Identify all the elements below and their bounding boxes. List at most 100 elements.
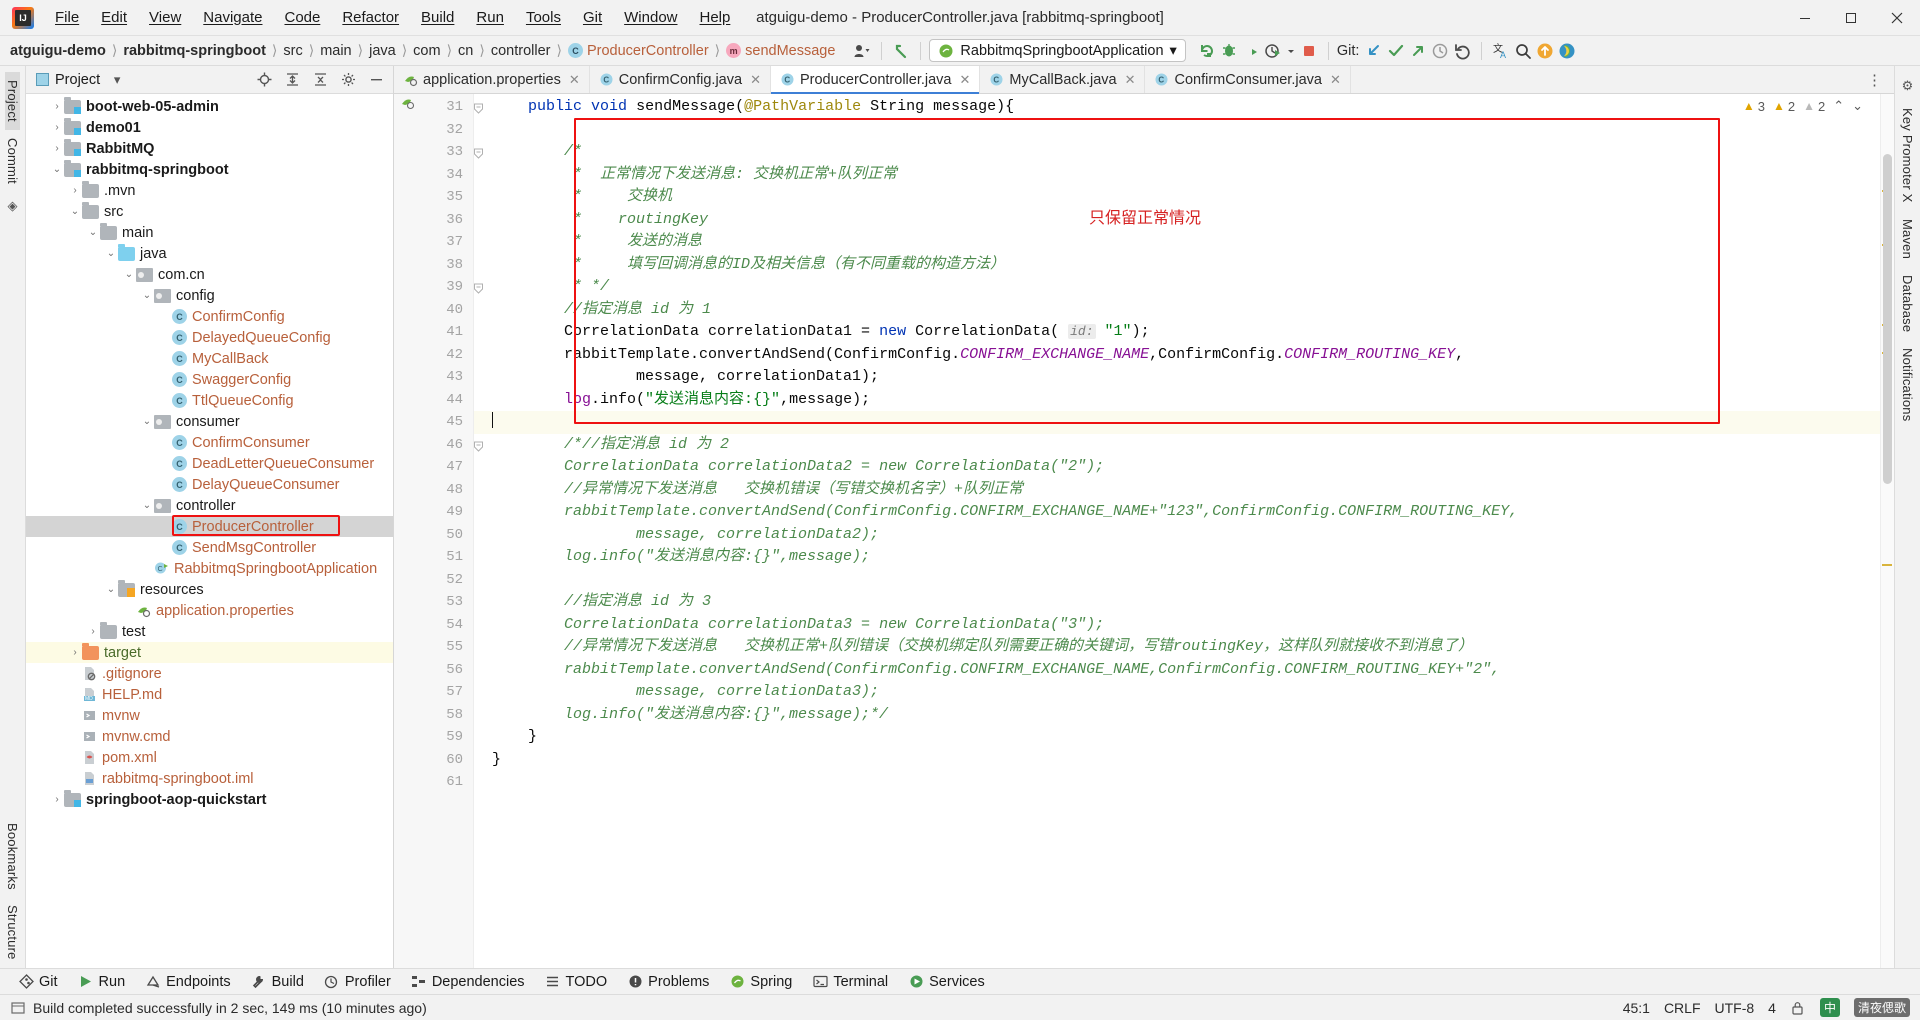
gutter-line-number[interactable]: 36 xyxy=(394,209,473,232)
sidebar-item-project[interactable]: Project xyxy=(5,72,20,130)
close-tab-icon[interactable]: ✕ xyxy=(960,72,971,88)
gutter-line-number[interactable]: 38 xyxy=(394,254,473,277)
ide-feature-icon[interactable] xyxy=(1556,40,1578,62)
chevron-right-icon[interactable]: › xyxy=(50,122,64,133)
back-arrow-icon[interactable] xyxy=(890,40,912,62)
code-line[interactable] xyxy=(474,771,1880,794)
menu-build[interactable]: Build xyxy=(410,4,465,32)
error-count-badge[interactable]: ▲ 3 xyxy=(1743,99,1765,114)
updates-icon[interactable] xyxy=(1534,40,1556,62)
breadcrumb-com[interactable]: com xyxy=(413,43,440,59)
code-editor[interactable]: 31 32 33 34 35 36 37 38 39 40 41 42 43 44 45 46 47 48 49 50… xyxy=(394,94,1894,968)
gutter-line-number[interactable]: 60 xyxy=(394,749,473,772)
tree-node[interactable]: mvnw.cmd xyxy=(26,726,393,747)
editor-tab-bar[interactable]: application.properties ✕ C ConfirmConfig.ja… xyxy=(394,66,1894,94)
hide-panel-icon[interactable] xyxy=(365,69,387,91)
gutter-line-number[interactable]: 57 xyxy=(394,681,473,704)
next-problem-icon[interactable]: ⌄ xyxy=(1852,98,1863,114)
code-line[interactable]: rabbitTemplate.convertAndSend(ConfirmCon… xyxy=(474,659,1880,682)
translate-icon[interactable]: 文A xyxy=(1490,40,1512,62)
menu-view[interactable]: View xyxy=(138,4,192,32)
editor-tab-application-properties[interactable]: application.properties ✕ xyxy=(394,66,590,93)
breadcrumb-sendmessage[interactable]: m sendMessage xyxy=(726,43,835,59)
gutter-line-number[interactable]: 40 xyxy=(394,299,473,322)
tree-node[interactable]: ⌄ config xyxy=(26,285,393,306)
more-tabs-icon[interactable]: ⋮ xyxy=(1861,71,1888,89)
menu-navigate[interactable]: Navigate xyxy=(192,4,273,32)
gutter-line-number[interactable]: 56 xyxy=(394,659,473,682)
editor-gutter[interactable]: 31 32 33 34 35 36 37 38 39 40 41 42 43 44 45 46 47 48 49 50… xyxy=(394,94,483,968)
gutter-line-number[interactable]: 41 xyxy=(394,321,473,344)
tree-node[interactable]: ⌄ main xyxy=(26,222,393,243)
run-configuration-selector[interactable]: RabbitmqSpringbootApplication ▾ xyxy=(929,39,1186,62)
gutter-line-number[interactable]: 37 xyxy=(394,231,473,254)
chevron-down-icon[interactable]: ⌄ xyxy=(140,290,154,301)
chevron-right-icon[interactable]: › xyxy=(68,185,82,196)
gutter-line-number[interactable]: 53 xyxy=(394,591,473,614)
code-line[interactable]: CorrelationData correlationData2 = new C… xyxy=(474,456,1880,479)
chevron-down-icon[interactable]: ▾ xyxy=(1170,43,1177,59)
project-tree[interactable]: › boot-web-05-admin › demo01 › RabbitMQ ⌄ rabbi… xyxy=(26,94,393,968)
tree-node[interactable]: ⌄ resources xyxy=(26,579,393,600)
tree-node[interactable]: › test xyxy=(26,621,393,642)
git-commit-icon[interactable] xyxy=(1385,40,1407,62)
code-line[interactable]: //异常情况下发送消息 交换机错误（写错交换机名字）+队列正常 xyxy=(474,479,1880,502)
gutter-line-number[interactable]: 49 xyxy=(394,501,473,524)
tree-node[interactable]: mvnw xyxy=(26,705,393,726)
gutter-line-number[interactable]: 58 xyxy=(394,704,473,727)
gutter-line-number[interactable]: 42 xyxy=(394,344,473,367)
chevron-right-icon[interactable]: › xyxy=(50,143,64,154)
tool-window-bar[interactable]: Git Run Endpoints Build Profiler Dependencies… xyxy=(0,968,1920,994)
tree-node[interactable]: C ConfirmConfig xyxy=(26,306,393,327)
code-line[interactable]: * 发送的消息 xyxy=(474,231,1880,254)
breadcrumb-controller[interactable]: controller xyxy=(491,43,551,59)
minimize-button[interactable] xyxy=(1782,0,1828,36)
code-line[interactable]: public void sendMessage(@PathVariable St… xyxy=(474,96,1880,119)
chevron-down-icon[interactable]: ⌄ xyxy=(68,206,82,217)
gutter-line-number[interactable]: 32 xyxy=(394,119,473,142)
run-endpoint-gutter-icon[interactable] xyxy=(401,96,415,110)
tool-window-endpoints[interactable]: Endpoints xyxy=(135,972,241,992)
code-line[interactable]: log.info("发送消息内容:{}",message); xyxy=(474,546,1880,569)
menu-edit[interactable]: Edit xyxy=(90,4,138,32)
breadcrumb-rabbitmq-springboot[interactable]: rabbitmq-springboot xyxy=(123,43,266,59)
gutter-line-number[interactable]: 39 xyxy=(394,276,483,299)
ime-indicator[interactable]: 中 xyxy=(1819,998,1840,1017)
chevron-down-icon[interactable]: ⌄ xyxy=(104,584,118,595)
scrollbar-thumb[interactable] xyxy=(1883,154,1892,484)
tool-window-problems[interactable]: Problems xyxy=(617,972,719,992)
maximize-button[interactable] xyxy=(1828,0,1874,36)
settings-gear-icon[interactable] xyxy=(337,69,359,91)
debug-icon[interactable] xyxy=(1218,40,1240,62)
tool-window-build[interactable]: Build xyxy=(241,972,314,992)
tool-window-terminal[interactable]: Terminal xyxy=(802,972,898,992)
tool-window-profiler[interactable]: Profiler xyxy=(314,972,401,992)
tree-node[interactable]: rabbitmq-springboot.iml xyxy=(26,768,393,789)
editor-tab-confirmconsumer-java[interactable]: C ConfirmConsumer.java ✕ xyxy=(1145,66,1351,93)
sidebar-item-database[interactable]: Database xyxy=(1900,267,1915,340)
tree-node[interactable]: ⌄ controller xyxy=(26,495,393,516)
tree-node-selected[interactable]: C ProducerController xyxy=(26,515,393,537)
git-rollback-icon[interactable] xyxy=(1451,40,1473,62)
menu-refactor[interactable]: Refactor xyxy=(331,4,410,32)
editor-tab-mycallback-java[interactable]: C MyCallBack.java ✕ xyxy=(980,66,1146,93)
chevron-down-icon[interactable]: ⌄ xyxy=(122,269,136,280)
gutter-line-number[interactable]: 45 xyxy=(394,411,473,434)
chevron-down-icon[interactable]: ⌄ xyxy=(140,416,154,427)
file-encoding[interactable]: UTF-8 xyxy=(1715,1000,1755,1016)
tree-node[interactable]: MD HELP.md xyxy=(26,684,393,705)
rerun-icon[interactable] xyxy=(1196,40,1218,62)
tree-node[interactable]: .gitignore xyxy=(26,663,393,684)
caret-position[interactable]: 45:1 xyxy=(1623,1000,1650,1016)
gutter-line-number[interactable]: 44 xyxy=(394,389,473,412)
tree-node[interactable]: › boot-web-05-admin xyxy=(26,96,393,117)
chevron-right-icon[interactable]: › xyxy=(68,647,82,658)
tree-node[interactable]: C MyCallBack xyxy=(26,348,393,369)
tree-node[interactable]: ⌄ java xyxy=(26,243,393,264)
tool-window-spring[interactable]: Spring xyxy=(719,972,802,992)
code-line[interactable]: message, correlationData1); xyxy=(474,366,1880,389)
tree-node[interactable]: C ConfirmConsumer xyxy=(26,432,393,453)
chevron-down-icon[interactable]: ⌄ xyxy=(50,164,64,175)
tree-node[interactable]: C DelayedQueueConfig xyxy=(26,327,393,348)
chevron-down-icon[interactable]: ⌄ xyxy=(140,500,154,511)
